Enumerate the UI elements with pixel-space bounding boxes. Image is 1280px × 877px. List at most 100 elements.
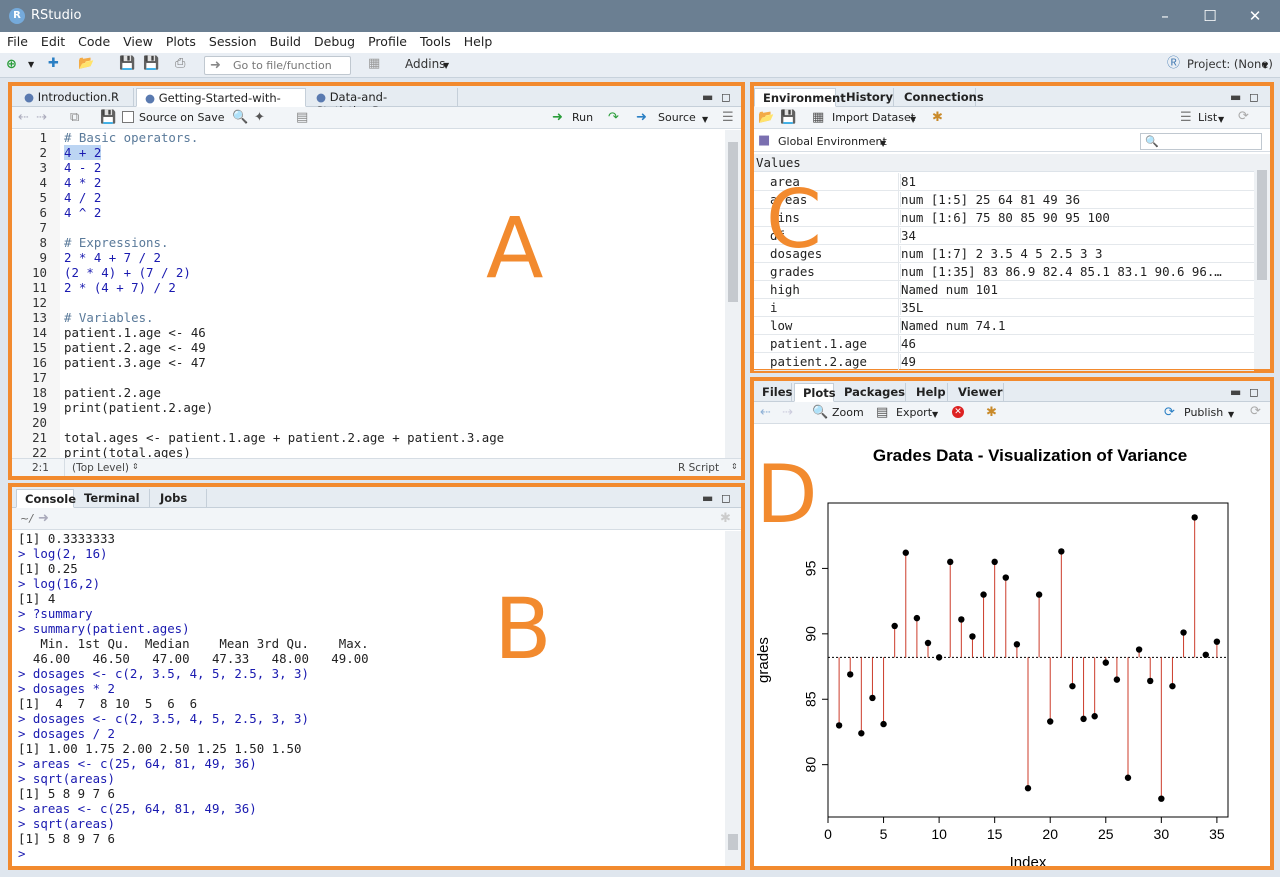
next-plot-icon[interactable]: ⇢ — [782, 405, 793, 420]
menu-tools[interactable]: Tools — [413, 32, 457, 49]
remove-plot-icon[interactable]: ✕ — [952, 406, 964, 418]
broom-icon[interactable]: ✱ — [932, 110, 943, 125]
minimize-pane-icon[interactable]: ▬ — [1230, 385, 1241, 399]
export-chevron-icon[interactable]: ▼ — [932, 407, 938, 422]
save-icon[interactable]: 💾 — [119, 56, 135, 71]
code-line[interactable]: (2 * 4) + (7 / 2) — [60, 265, 725, 280]
publish-button[interactable]: Publish — [1184, 406, 1223, 419]
tab-packages[interactable]: Packages — [836, 383, 906, 402]
list-chevron-icon[interactable]: ▼ — [1218, 112, 1224, 127]
code-line[interactable] — [60, 220, 725, 235]
print-icon[interactable]: ⎙ — [175, 56, 185, 71]
scroll-thumb[interactable] — [728, 834, 738, 850]
environment-row[interactable]: low Named num 74.1 — [754, 317, 1254, 335]
scope-chevron-icon[interactable]: ▼ — [880, 136, 886, 151]
run-button[interactable]: Run — [572, 111, 593, 124]
go-to-directory-icon[interactable]: ➜ — [38, 511, 49, 526]
menu-session[interactable]: Session — [202, 32, 263, 49]
broom-icon[interactable]: ✱ — [986, 405, 997, 420]
console-scrollbar[interactable] — [725, 531, 741, 866]
environment-row[interactable]: dosages num [1:7] 2 3.5 4 5 2.5 3 3 — [754, 245, 1254, 263]
console-output[interactable]: [1] 0.3333333 > log(2, 16) [1] 0.25 > log(1… — [12, 531, 725, 866]
editor-scrollbar[interactable] — [725, 130, 741, 458]
minimize-pane-icon[interactable]: ▬ — [702, 90, 713, 104]
list-view-button[interactable]: List — [1198, 111, 1217, 124]
new-file-icon[interactable]: ⊕ — [6, 57, 17, 72]
environment-row[interactable]: area 81 — [754, 173, 1254, 191]
outline-icon[interactable]: ▤ — [296, 110, 308, 125]
file-type-selector[interactable]: R Script — [678, 462, 719, 474]
environment-row[interactable]: patient.2.age 49 — [754, 353, 1254, 371]
code-line[interactable]: # Variables. — [60, 310, 725, 325]
menu-debug[interactable]: Debug — [307, 32, 361, 49]
maximize-pane-icon[interactable]: ◻ — [721, 491, 731, 505]
addins-chevron-icon[interactable]: ▼ — [443, 58, 449, 73]
scroll-thumb[interactable] — [728, 142, 738, 302]
refresh-icon[interactable]: ⟳ — [1238, 109, 1249, 124]
environment-row[interactable]: areas num [1:5] 25 64 81 49 36 — [754, 191, 1254, 209]
scroll-thumb[interactable] — [1257, 170, 1267, 280]
scope-chevron-icon[interactable]: ⇕ — [132, 462, 139, 471]
menu-build[interactable]: Build — [263, 32, 307, 49]
chevron-down-icon[interactable]: ▼ — [28, 57, 34, 72]
maximize-pane-icon[interactable]: ◻ — [1249, 90, 1259, 104]
tab-console[interactable]: Console — [16, 489, 76, 508]
goto-file-input[interactable]: Go to file/function — [204, 56, 351, 75]
save-file-icon[interactable]: 💾 — [100, 110, 116, 125]
code-line[interactable] — [60, 415, 725, 430]
search-icon[interactable]: 🔍 — [232, 110, 248, 125]
grid-layout-icon[interactable]: ▦ — [368, 56, 380, 71]
tab-data-and-statistics[interactable]: ● Data-and-Statistics.R ✕ — [308, 88, 458, 118]
tab-history[interactable]: History — [838, 88, 894, 107]
code-line[interactable]: patient.1.age <- 46 — [60, 325, 725, 340]
code-line[interactable]: patient.3.age <- 47 — [60, 355, 725, 370]
source-button[interactable]: Source — [658, 111, 696, 124]
environment-row[interactable]: high Named num 101 — [754, 281, 1254, 299]
export-button[interactable]: Export — [896, 406, 932, 419]
environment-scrollbar[interactable] — [1254, 154, 1270, 369]
tab-jobs[interactable]: Jobs ✕ — [152, 489, 207, 519]
code-line[interactable]: # Basic operators. — [60, 130, 725, 145]
tab-connections[interactable]: Connections — [896, 88, 984, 107]
previous-plot-icon[interactable]: ⇠ — [760, 405, 771, 420]
project-menu[interactable]: Project: (None) — [1187, 57, 1273, 74]
magic-wand-icon[interactable]: ✦ — [254, 110, 265, 125]
code-line[interactable]: patient.2.age <- 49 — [60, 340, 725, 355]
source-on-save-checkbox[interactable] — [122, 111, 134, 123]
code-line[interactable]: 4 * 2 — [60, 175, 725, 190]
menu-code[interactable]: Code — [71, 32, 116, 49]
maximize-pane-icon[interactable]: ◻ — [721, 90, 731, 104]
environment-search-input[interactable]: 🔍 — [1140, 133, 1262, 150]
show-in-window-icon[interactable]: ⧉ — [70, 110, 79, 125]
code-line[interactable]: 4 - 2 — [60, 160, 725, 175]
code-line[interactable]: 2 * (4 + 7) / 2 — [60, 280, 725, 295]
back-arrow-icon[interactable]: ⇠ — [18, 110, 29, 125]
environment-row[interactable]: bins num [1:6] 75 80 85 90 95 100 — [754, 209, 1254, 227]
code-line[interactable] — [60, 295, 725, 310]
code-line[interactable] — [60, 370, 725, 385]
tab-help[interactable]: Help — [908, 383, 948, 402]
close-icon[interactable]: ✕ — [1244, 6, 1266, 26]
source-chevron-icon[interactable]: ▼ — [702, 112, 708, 127]
environment-row[interactable]: patient.1.age 46 — [754, 335, 1254, 353]
refresh-icon[interactable]: ⟳ — [1250, 404, 1261, 419]
menu-help[interactable]: Help — [457, 32, 499, 49]
menu-plots[interactable]: Plots — [159, 32, 202, 49]
tab-viewer[interactable]: Viewer — [950, 383, 1004, 402]
code-line[interactable]: 4 ^ 2 — [60, 205, 725, 220]
tab-files[interactable]: Files — [754, 383, 792, 402]
environment-row[interactable]: grades num [1:35] 83 86.9 82.4 85.1 83.1 … — [754, 263, 1254, 281]
environment-row[interactable]: i 35L — [754, 299, 1254, 317]
tab-plots[interactable]: Plots — [794, 383, 836, 402]
project-chevron-icon[interactable]: ▼ — [1262, 58, 1268, 73]
code-line[interactable]: 4 / 2 — [60, 190, 725, 205]
menu-profile[interactable]: Profile — [361, 32, 413, 49]
clear-console-icon[interactable]: ✱ — [720, 511, 731, 526]
code-line[interactable]: patient.2.age — [60, 385, 725, 400]
rerun-icon[interactable]: ↷ — [608, 110, 619, 125]
zoom-button[interactable]: Zoom — [832, 406, 864, 419]
code-line[interactable]: # Expressions. — [60, 235, 725, 250]
code-lines[interactable]: # Basic operators. 4 + 24 - 24 * 24 / 24 … — [60, 130, 725, 460]
code-line[interactable]: 4 + 2 — [60, 145, 725, 160]
environment-row[interactable]: df 34 — [754, 227, 1254, 245]
